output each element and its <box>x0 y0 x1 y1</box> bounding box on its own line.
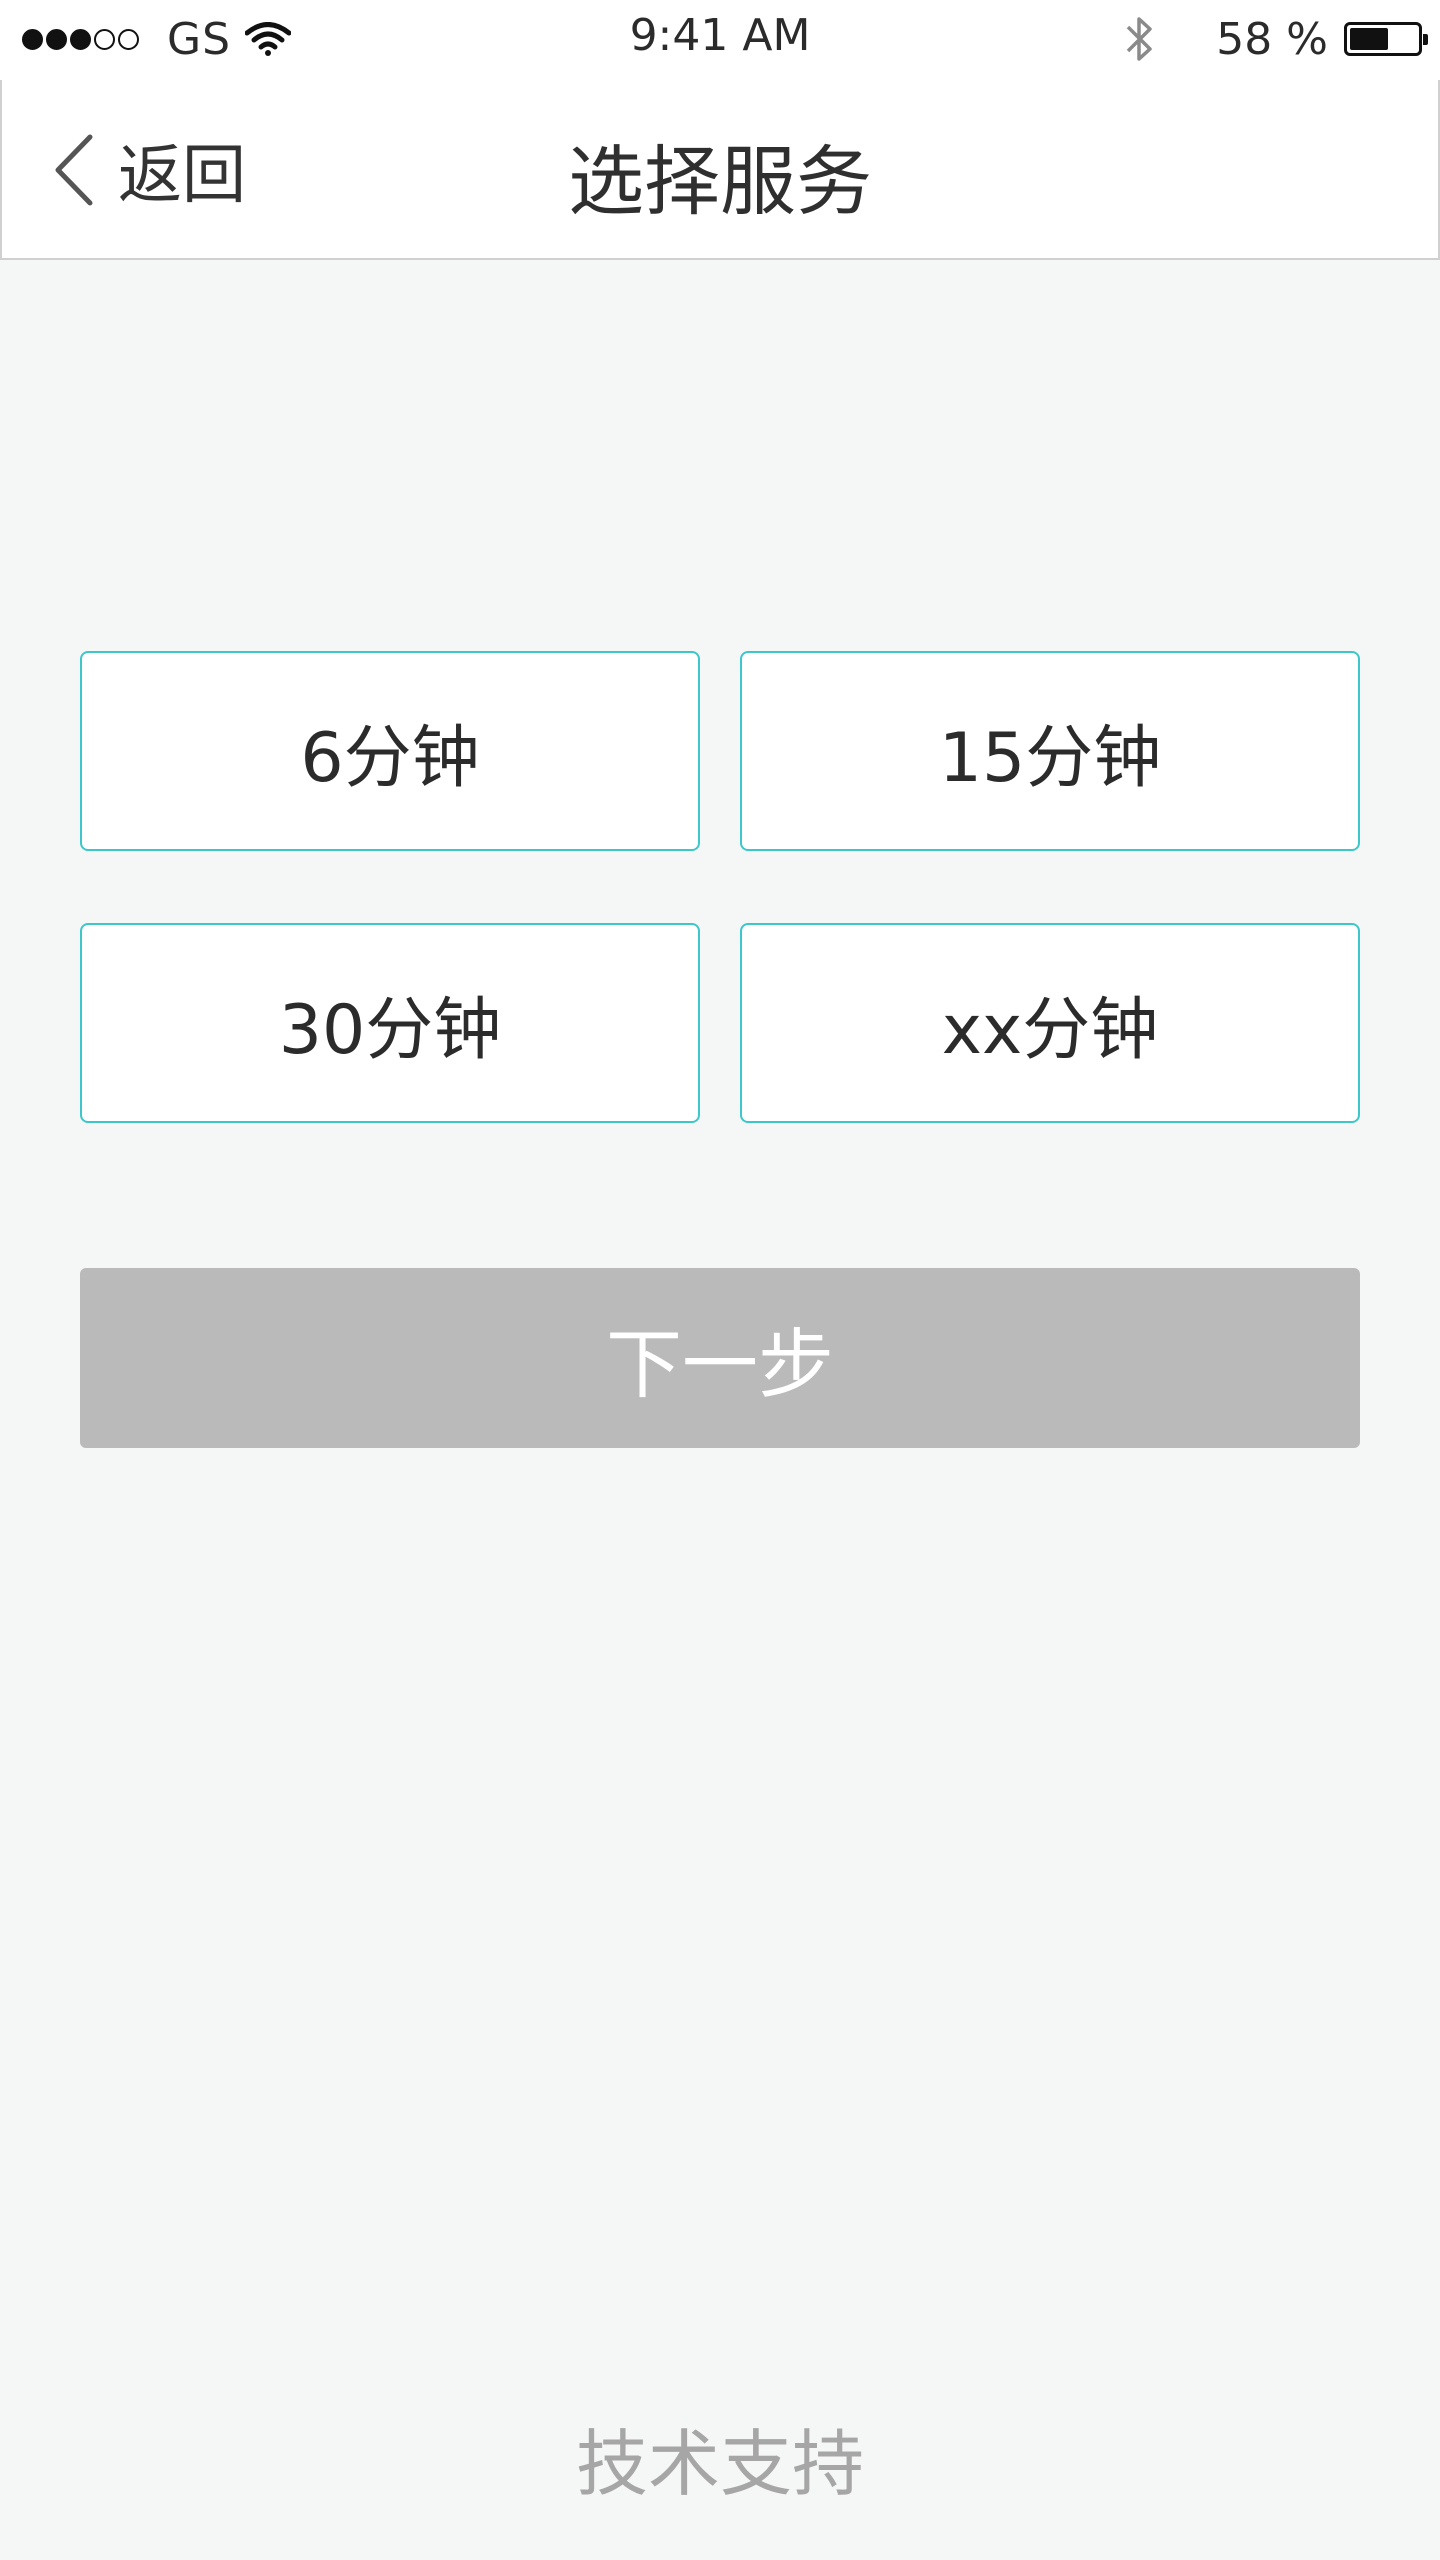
status-bar: GS 9:41 AM 58 % <box>0 0 1440 80</box>
battery-level-fill <box>1350 28 1388 50</box>
navigation-bar: 返回 选择服务 <box>0 80 1440 260</box>
battery-percentage: 58 % <box>1216 13 1328 65</box>
battery-cap <box>1423 34 1428 45</box>
option-30-minutes[interactable]: 30分钟 <box>80 923 700 1123</box>
option-15-minutes[interactable]: 15分钟 <box>740 651 1360 851</box>
battery-icon <box>1344 22 1428 56</box>
option-xx-minutes[interactable]: xx分钟 <box>740 923 1360 1123</box>
tech-support-link[interactable]: 技术支持 <box>0 2405 1440 2510</box>
bluetooth-icon <box>1126 17 1152 61</box>
status-right: 58 % <box>1124 13 1428 65</box>
next-step-button[interactable]: 下一步 <box>80 1268 1360 1448</box>
option-6-minutes[interactable]: 6分钟 <box>80 651 700 851</box>
page-title: 选择服务 <box>568 137 872 226</box>
